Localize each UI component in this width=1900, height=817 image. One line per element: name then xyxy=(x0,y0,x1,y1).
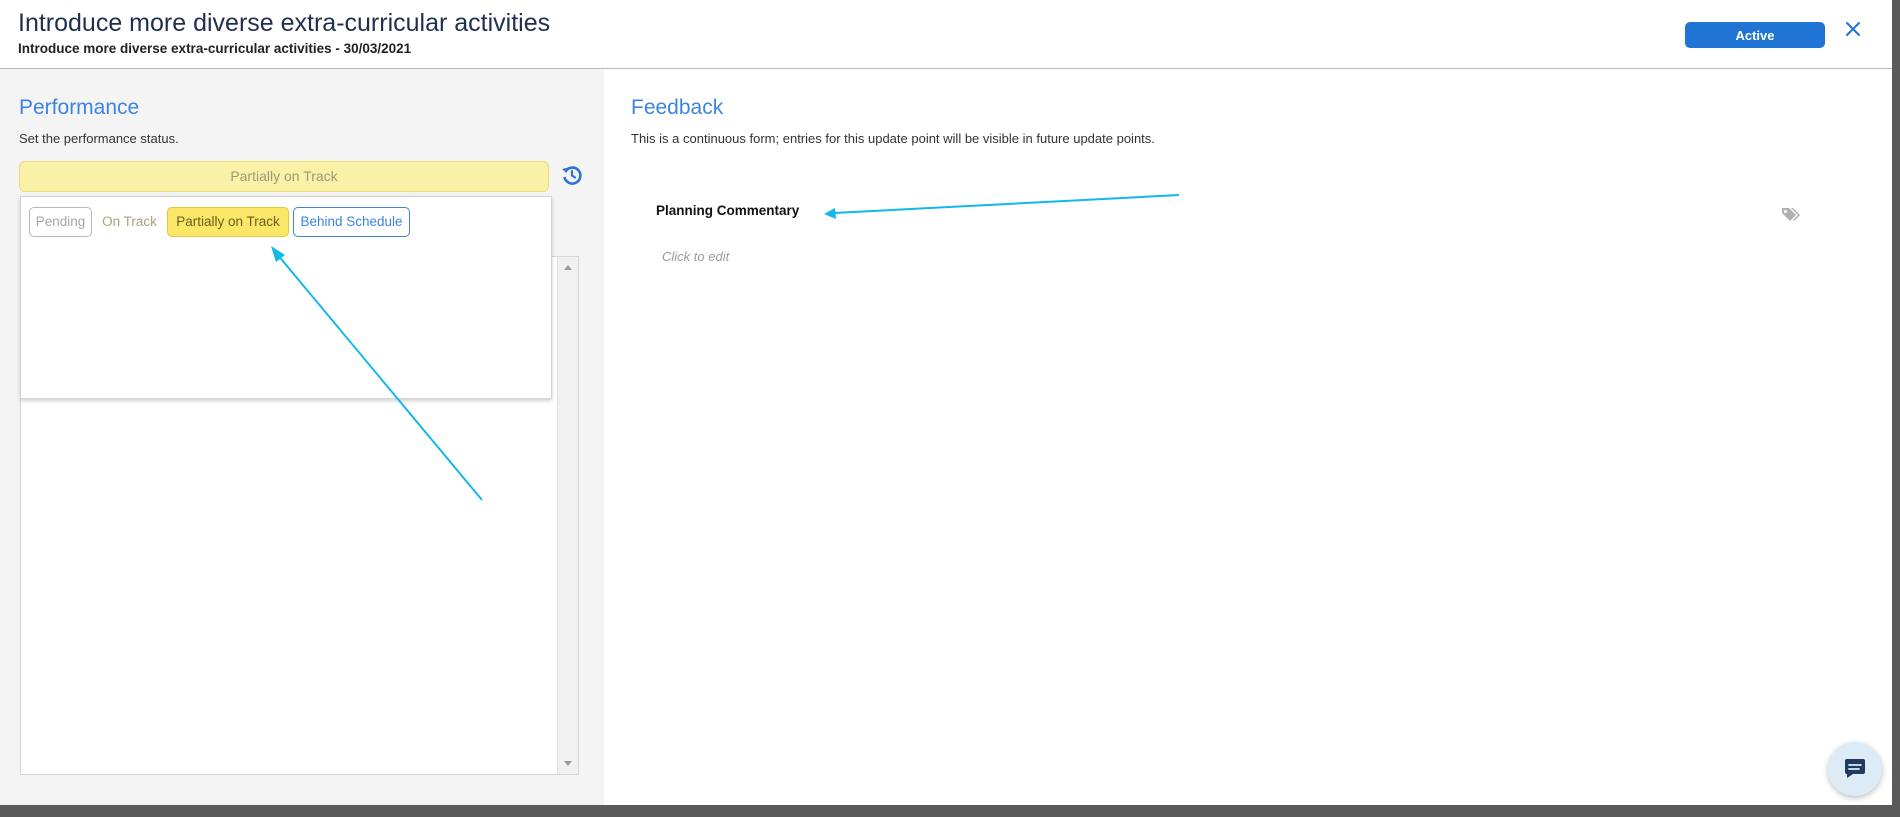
performance-description: Set the performance status. xyxy=(19,131,179,146)
planning-commentary-editor[interactable]: Click to edit xyxy=(662,249,729,264)
dialog-header: Introduce more diverse extra-curricular … xyxy=(0,0,1892,69)
page-title: Introduce more diverse extra-curricular … xyxy=(18,9,551,37)
close-icon[interactable] xyxy=(1840,16,1866,42)
page-subtitle: Introduce more diverse extra-curricular … xyxy=(18,41,412,56)
chat-icon xyxy=(1845,759,1865,778)
performance-title: Performance xyxy=(19,96,140,119)
status-dropdown: Pending On Track Partially on Track Behi… xyxy=(20,196,552,399)
status-option-pending[interactable]: Pending xyxy=(29,207,92,237)
performance-status-select[interactable]: Partially on Track xyxy=(19,161,549,192)
listbox-scrollbar[interactable] xyxy=(557,257,578,774)
window-edge-right xyxy=(1892,0,1900,817)
planning-commentary-label: Planning Commentary xyxy=(656,203,800,218)
scroll-up-arrow-icon[interactable] xyxy=(564,265,572,270)
feedback-panel: Feedback This is a continuous form; entr… xyxy=(604,69,1892,805)
status-option-on-track[interactable]: On Track xyxy=(97,207,162,237)
scroll-down-arrow-icon[interactable] xyxy=(564,761,572,766)
status-option-behind-schedule[interactable]: Behind Schedule xyxy=(293,207,410,237)
status-option-partially-on-track[interactable]: Partially on Track xyxy=(167,207,289,237)
feedback-title: Feedback xyxy=(631,96,724,119)
tag-icon[interactable] xyxy=(1779,205,1801,223)
history-icon[interactable] xyxy=(560,163,584,187)
window-edge-bottom xyxy=(0,805,1900,817)
status-active-button[interactable]: Active xyxy=(1685,22,1825,48)
chat-button[interactable] xyxy=(1828,742,1882,796)
feedback-description: This is a continuous form; entries for t… xyxy=(631,131,1155,146)
